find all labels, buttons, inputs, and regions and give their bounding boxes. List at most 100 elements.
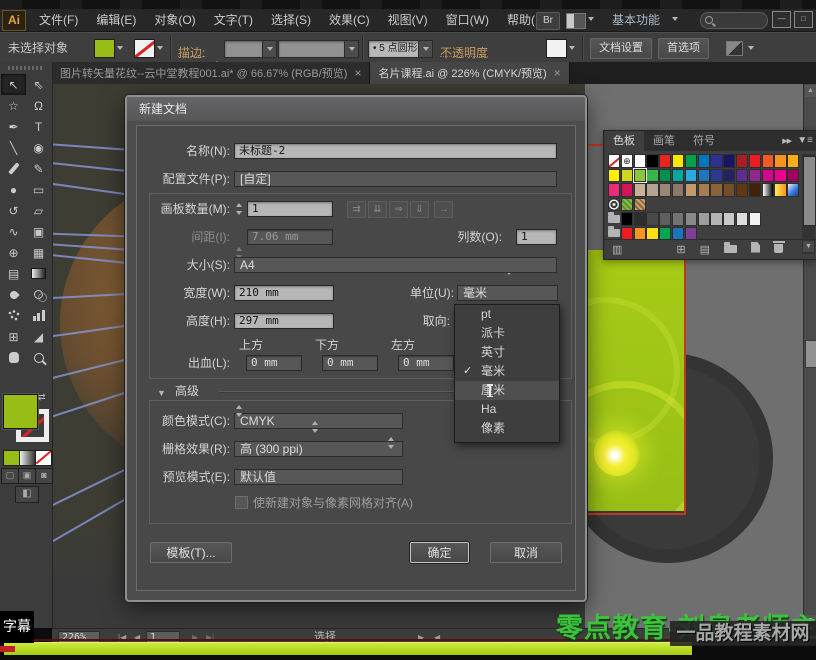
chevron-down-icon[interactable] [672, 17, 678, 21]
swatch[interactable] [634, 154, 646, 168]
pencil-tool[interactable]: ✎ [26, 158, 51, 179]
swatch[interactable] [787, 154, 799, 168]
swatch[interactable] [646, 183, 658, 197]
swatch[interactable] [698, 154, 710, 168]
swatch[interactable] [723, 212, 735, 226]
arrange-documents-icon[interactable] [566, 13, 586, 29]
swatch[interactable] [685, 154, 697, 168]
paintbrush-tool[interactable] [1, 158, 26, 179]
swatch[interactable] [634, 198, 646, 212]
variable-width-profile-field[interactable] [278, 40, 346, 58]
new-color-group-icon[interactable] [724, 241, 737, 259]
swatch[interactable] [634, 183, 646, 197]
grid-by-column-icon[interactable]: ⇊ [368, 201, 387, 218]
ok-button[interactable]: 确定 [410, 542, 469, 563]
menu-item-effect[interactable]: 效果(C) [320, 9, 379, 31]
artboards-input[interactable]: 1 [247, 201, 333, 217]
dialog-title[interactable]: 新建文档 [127, 97, 585, 121]
menu-item-edit[interactable]: 编辑(E) [87, 9, 145, 31]
swatch[interactable] [736, 212, 748, 226]
symbol-sprayer-tool[interactable] [1, 305, 26, 326]
menu-item-window[interactable]: 窗口(W) [437, 9, 498, 31]
swatch[interactable] [672, 154, 684, 168]
unit-option-Ha[interactable]: Ha [455, 400, 559, 419]
swatch[interactable] [634, 227, 646, 241]
swatch[interactable] [685, 183, 697, 197]
swatch[interactable] [736, 183, 748, 197]
swatch[interactable] [608, 169, 620, 183]
swatch[interactable] [672, 212, 684, 226]
bleed-stepper[interactable] [386, 435, 397, 451]
chevron-down-icon[interactable] [157, 46, 163, 50]
swatch[interactable] [774, 169, 786, 183]
swatch[interactable] [672, 169, 684, 183]
swatch[interactable] [762, 169, 774, 183]
swatch[interactable] [672, 227, 684, 241]
scrollbar-thumb[interactable] [803, 156, 816, 226]
preview-mode-select[interactable]: 默认值 [234, 469, 403, 485]
screen-mode-button[interactable]: ◧ [15, 486, 39, 503]
direct-selection-tool[interactable]: ⇖ [26, 74, 51, 95]
panel-tab-符号[interactable]: 符号 [684, 131, 724, 151]
align-pixel-grid-checkbox[interactable] [235, 496, 248, 509]
cancel-button[interactable]: 取消 [490, 542, 562, 563]
panel-menu-icon[interactable]: ▼≡ [797, 135, 813, 146]
pen-tool[interactable]: ✒ [1, 116, 26, 137]
swatch[interactable] [787, 183, 799, 197]
swatch[interactable] [710, 212, 722, 226]
bleed-stepper[interactable] [234, 403, 245, 419]
unit-option-pt[interactable]: pt [455, 305, 559, 324]
change-to-right-to-left-icon[interactable]: → [434, 201, 453, 218]
swatch[interactable] [646, 169, 658, 183]
swatch-libraries-icon[interactable]: ▥ [612, 241, 622, 259]
swatch[interactable] [621, 183, 633, 197]
swatch[interactable] [608, 154, 620, 168]
column-graph-tool[interactable] [26, 305, 51, 326]
swatch[interactable] [787, 169, 799, 183]
blend-tool[interactable] [26, 284, 51, 305]
swatch[interactable] [685, 212, 697, 226]
zoom-tool[interactable] [26, 347, 51, 368]
swatch[interactable] [621, 198, 633, 212]
shape-builder-tool[interactable]: ⊕ [1, 242, 26, 263]
draw-inside-button[interactable]: ◙ [35, 468, 53, 484]
chevron-down-icon[interactable] [117, 46, 123, 50]
bridge-button[interactable]: Br [536, 12, 560, 30]
shape-tool[interactable]: ◉ [26, 137, 51, 158]
scrollbar-thumb[interactable] [805, 340, 816, 368]
chevron-down-icon[interactable] [569, 46, 575, 50]
swatch[interactable] [685, 227, 697, 241]
panel-tab-画笔[interactable]: 画笔 [644, 131, 684, 151]
swatch-kinds-icon[interactable]: ⊞ [676, 241, 685, 259]
swatch[interactable] [621, 212, 633, 226]
panel-tab-色板[interactable]: 色板 [604, 131, 644, 151]
swatch[interactable] [621, 169, 633, 183]
scroll-up-icon[interactable]: ▲ [805, 85, 816, 97]
swatch[interactable] [672, 183, 684, 197]
document-tab[interactable]: 名片课程.ai @ 226% (CMYK/预览)× [370, 62, 569, 84]
rotate-tool[interactable]: ↺ [1, 200, 26, 221]
chevron-down-icon[interactable] [344, 40, 359, 58]
perspective-grid-tool[interactable]: ▦ [26, 242, 51, 263]
swatch[interactable] [774, 183, 786, 197]
fill-color-indicator[interactable] [3, 394, 38, 429]
swatch[interactable] [698, 212, 710, 226]
swatch[interactable] [774, 154, 786, 168]
swatch[interactable] [698, 169, 710, 183]
chevron-down-icon[interactable] [748, 46, 754, 50]
raster-effects-select[interactable]: 高 (300 ppi) [234, 441, 403, 457]
unit-option-毫米[interactable]: 毫米✓ [455, 362, 559, 381]
swatch[interactable] [749, 154, 761, 168]
swatch[interactable] [659, 212, 671, 226]
swatch[interactable] [659, 183, 671, 197]
eyedropper-tool[interactable] [1, 284, 26, 305]
hand-tool[interactable] [1, 347, 26, 368]
swatch[interactable] [710, 183, 722, 197]
delete-swatch-icon[interactable] [774, 241, 783, 259]
swatch[interactable] [608, 198, 620, 212]
swatch[interactable] [646, 212, 658, 226]
unit-option-像素[interactable]: 像素 [455, 419, 559, 438]
document-tab[interactable]: 图片转矢量花纹--云中堂教程001.ai* @ 66.67% (RGB/预览)× [52, 62, 370, 84]
bleed-input[interactable]: 0 mm [398, 355, 454, 371]
new-swatch-icon[interactable] [751, 241, 760, 259]
